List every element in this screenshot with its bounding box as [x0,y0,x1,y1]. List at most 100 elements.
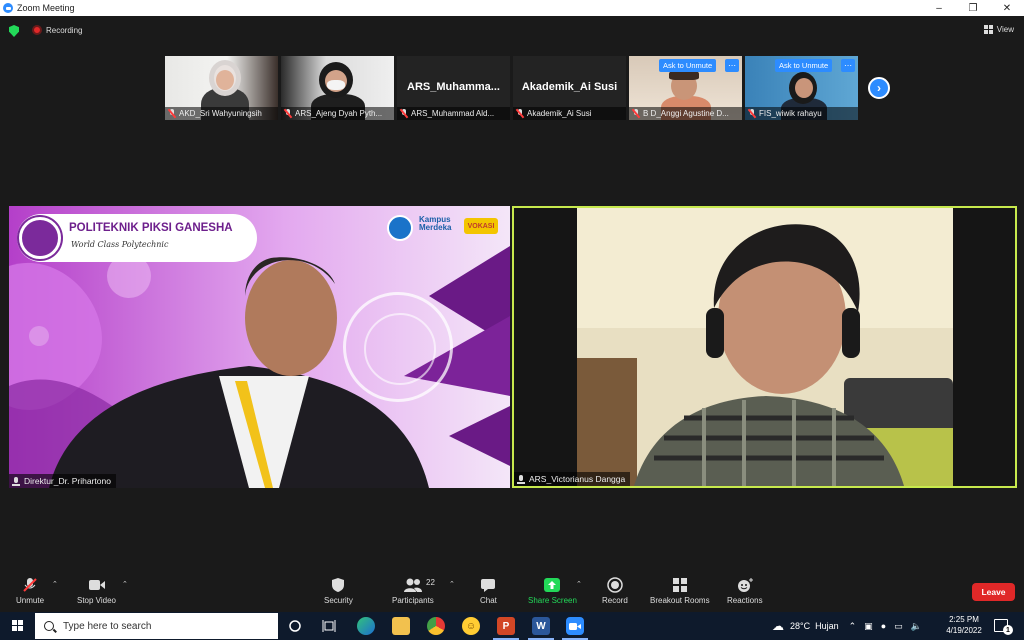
participant-thumbnail[interactable]: ARS_Muhamma... ARS_Muhammad Ald... [397,56,510,120]
muted-mic-icon [516,109,524,118]
mic-icon [517,474,525,484]
video-camera-icon [88,576,106,594]
record-dot-icon [32,25,42,35]
participants-options-chevron-icon[interactable]: ⌃ [449,580,455,588]
chat-button[interactable]: Chat [480,576,497,605]
record-label: Record [602,596,628,605]
word-icon[interactable]: W [532,617,550,635]
breakout-rooms-grid-icon [672,576,688,594]
muted-mic-icon [632,109,640,118]
title-bar: Zoom Meeting – ❐ ✕ [0,0,1024,16]
video-tile-active-speaker[interactable]: ARS_Victorianus Dangga [512,206,1017,488]
weather-cloud-icon[interactable]: ☁ [772,619,784,633]
clock-date: 4/19/2022 [946,626,982,635]
volume-icon[interactable]: 🔈 [911,621,922,632]
participant-name: FIS_wiwik rahayu [759,109,822,118]
participant-name: Akademik_Ai Susi [527,109,592,118]
security-shield-icon [331,576,345,594]
thumbnail-namebar: Akademik_Ai Susi [513,107,626,120]
security-button[interactable]: Security [324,576,353,605]
show-hidden-icons-chevron-icon[interactable]: ⌃ [849,621,857,632]
participant-thumbnail[interactable]: Akademik_Ai Susi Akademik_Ai Susi [513,56,626,120]
share-options-chevron-icon[interactable]: ⌃ [576,580,582,588]
participants-label: Participants [392,596,434,605]
meeting-top-strip: Recording View [0,16,1024,46]
task-view-icon[interactable] [320,617,338,635]
close-icon[interactable]: ✕ [990,0,1024,16]
restore-icon[interactable]: ❐ [956,0,990,16]
microphone-tray-icon[interactable]: ● [881,621,886,631]
reactions-label: Reactions [727,596,763,605]
muted-mic-icon [284,109,292,118]
windows-start-icon[interactable] [12,620,23,631]
leave-button[interactable]: Leave [972,583,1015,601]
chrome-browser-icon[interactable] [427,617,445,635]
thumbnail-namebar: AKD_Sri Wahyuningsih [165,107,278,120]
smiley-plus-icon [736,576,754,594]
zoom-logo-icon [3,3,13,13]
taskbar-search-input[interactable]: Type here to search [35,613,278,639]
search-placeholder: Type here to search [63,620,152,632]
participant-thumbnail[interactable]: Ask to Unmute ⋯ B D_Anggi Agustine D... [629,56,742,120]
file-explorer-icon[interactable] [392,617,410,635]
muted-mic-icon [400,109,408,118]
breakout-rooms-label: Breakout Rooms [650,596,710,605]
clock-time: 2:25 PM [949,615,979,624]
more-options-icon[interactable]: ⋯ [725,59,739,72]
participant-name: ARS_Muhammad Ald... [411,109,495,118]
recording-indicator[interactable]: Recording [32,25,82,35]
muted-microphone-icon [22,576,38,594]
record-button[interactable]: Record [602,576,628,605]
participants-icon [403,576,423,594]
participant-name: ARS_Victorianus Dangga [529,474,626,484]
edge-browser-icon[interactable] [357,617,375,635]
participant-thumbnail[interactable]: Ask to Unmute ⋯ FIS_wiwik rahayu [745,56,858,120]
more-options-icon[interactable]: ⋯ [841,59,855,72]
video-options-chevron-icon[interactable]: ⌃ [122,580,128,588]
powerpoint-icon[interactable]: P [497,617,515,635]
ask-to-unmute-button[interactable]: Ask to Unmute [659,59,717,72]
participant-thumbnail[interactable]: ARS_Ajeng Dyah Pyth... [281,56,394,120]
participant-name: Direktur_Dr. Prihartono [24,476,111,486]
thumbnail-namebar: ARS_Muhammad Ald... [397,107,510,120]
taskbar-clock[interactable]: 2:25 PM 4/19/2022 [946,614,982,636]
record-icon [607,576,623,594]
participant-display-name: Akademik_Ai Susi [521,81,618,93]
ask-to-unmute-button[interactable]: Ask to Unmute [775,59,833,72]
participant-display-name: ARS_Muhamma... [407,81,500,93]
chat-bubble-icon [480,576,496,594]
audio-options-chevron-icon[interactable]: ⌃ [52,580,58,588]
shield-icon[interactable] [9,25,19,37]
search-icon [44,621,54,631]
chat-label: Chat [480,596,497,605]
weather-description[interactable]: Hujan [815,621,839,631]
system-tray: ☁ 28°C Hujan ⌃ ▣ ● ▭ 🔈 [772,612,922,640]
participant-name: ARS_Ajeng Dyah Pyth... [295,109,383,118]
camera-tray-icon[interactable]: ▣ [864,621,873,632]
participant-thumbnail[interactable]: AKD_Sri Wahyuningsih [165,56,278,120]
unmute-label: Unmute [16,596,45,605]
reactions-button[interactable]: Reactions [727,576,763,605]
breakout-rooms-button[interactable]: Breakout Rooms [650,576,710,605]
view-button[interactable]: View [983,25,1014,34]
unmute-button[interactable]: Unmute [16,576,44,605]
thumbnail-namebar: ARS_Ajeng Dyah Pyth... [281,107,394,120]
next-page-arrow-icon[interactable]: › [868,77,890,99]
zoom-app-icon[interactable] [566,617,584,635]
video-tile-director[interactable]: POLITEKNIK PIKSI GANESHA World Class Pol… [9,206,510,488]
share-screen-button[interactable]: Share Screen [528,576,577,605]
weather-temperature[interactable]: 28°C [790,621,810,631]
stop-video-button[interactable]: Stop Video [77,576,116,605]
cortana-circle-icon[interactable] [286,617,304,635]
window-controls: – ❐ ✕ [922,0,1024,16]
mic-icon [12,476,20,486]
stop-video-label: Stop Video [77,596,116,605]
thumbnail-namebar: B D_Anggi Agustine D... [629,107,742,120]
recording-label: Recording [46,25,83,35]
minimize-icon[interactable]: – [922,0,956,16]
grid-view-icon [983,25,993,34]
emoji-app-icon[interactable]: ☺ [462,617,480,635]
participant-name: AKD_Sri Wahyuningsih [179,109,262,118]
tile-namebar: Direktur_Dr. Prihartono [9,474,116,488]
network-icon[interactable]: ▭ [894,621,903,632]
